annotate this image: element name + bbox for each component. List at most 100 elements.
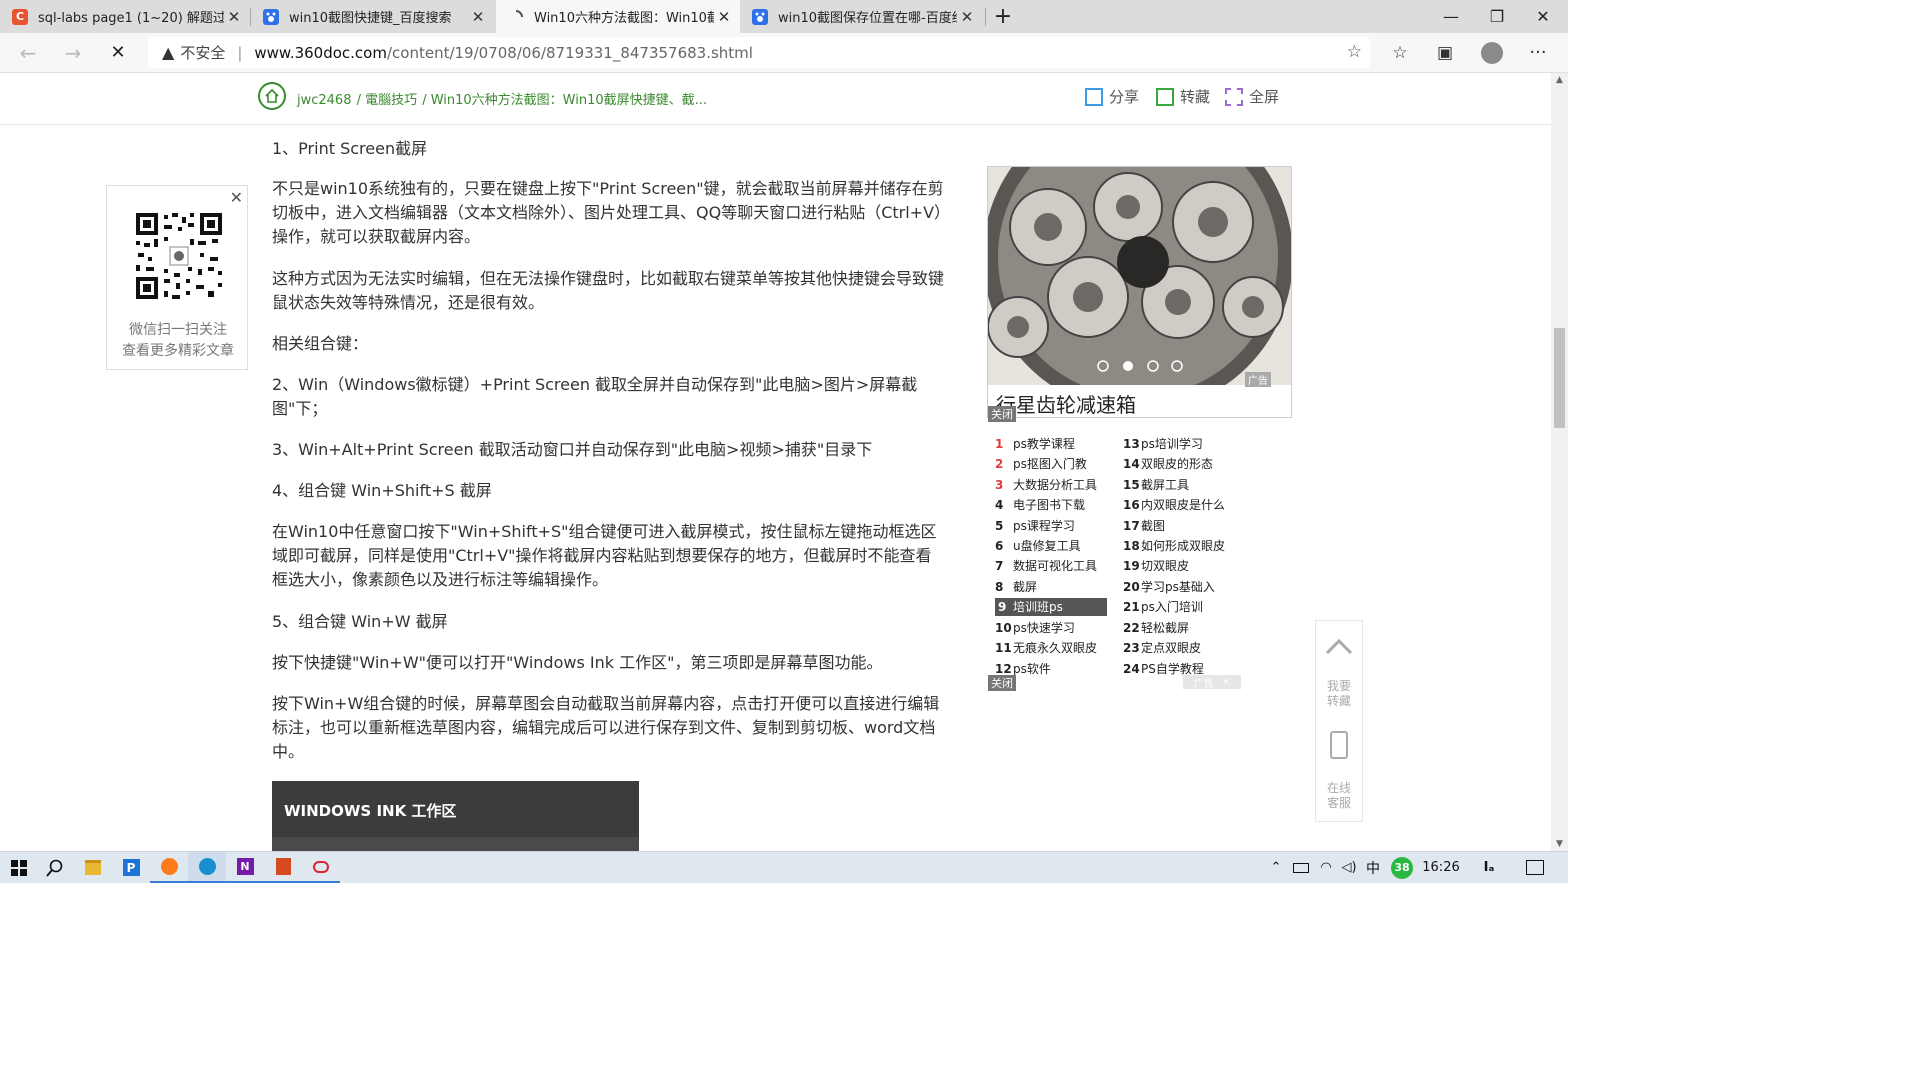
list-item[interactable]: 4 电子图书下载 [995, 496, 1107, 514]
close-window-button[interactable]: ✕ [1520, 0, 1566, 33]
firefox-icon[interactable] [150, 852, 188, 883]
back-to-top-button[interactable] [1316, 621, 1362, 671]
tab-360doc-active[interactable]: Win10六种方法截图：Win10截屏 ✕ [496, 0, 740, 33]
list-item[interactable]: 11 无痕永久双眼皮 [995, 639, 1107, 657]
scrollbar-thumb[interactable] [1554, 328, 1565, 428]
breadcrumb-category[interactable]: 電腦技巧 [365, 93, 417, 108]
online-service-button[interactable]: 在线 客服 [1316, 781, 1362, 821]
tray-badge[interactable]: 38 [1389, 852, 1415, 883]
back-button[interactable]: ← [8, 33, 48, 72]
add-favorite-icon[interactable]: ☆ [1347, 42, 1362, 62]
close-tab-icon[interactable]: ✕ [957, 8, 977, 26]
list-item[interactable]: 6 u盘修复工具 [995, 537, 1107, 555]
scroll-down-arrow[interactable]: ▼ [1551, 839, 1568, 849]
list-item[interactable]: 20 学习ps基础入 [1123, 578, 1243, 596]
article-paragraph: 这种方式因为无法实时编辑，但在无法操作键盘时，比如截取右键菜单等按其他快捷键会导… [272, 269, 945, 312]
list-close-button[interactable]: 关闭 [988, 675, 1016, 691]
vertical-scrollbar[interactable]: ▲ ▼ [1551, 73, 1568, 851]
scroll-up-arrow[interactable]: ▲ [1551, 75, 1568, 85]
office-app-icon[interactable] [264, 852, 302, 883]
collections-icon[interactable]: ▣ [1425, 33, 1465, 72]
forward-button[interactable]: → [53, 33, 93, 72]
volume-icon[interactable]: ◁) [1338, 852, 1360, 883]
battery-icon[interactable] [1290, 852, 1312, 883]
list-item[interactable]: 14 双眼皮的形态 [1123, 455, 1243, 473]
tab-sql-labs[interactable]: C sql-labs page1 (1~20) 解题过 ✕ [0, 0, 250, 33]
qr-caption-1: 微信扫一扫关注 [129, 322, 227, 338]
stop-loading-button[interactable]: ✕ [98, 33, 138, 72]
list-item[interactable]: 15 截屏工具 [1123, 476, 1243, 494]
list-item[interactable]: 23 定点双眼皮 [1123, 639, 1243, 657]
tab-title: win10截图快捷键_百度搜索 [289, 11, 452, 26]
notification-icon[interactable] [1520, 852, 1550, 883]
list-item[interactable]: 3 大数据分析工具 [995, 476, 1107, 494]
repost-button[interactable]: 我要 转藏 [1316, 679, 1362, 719]
edge-icon[interactable] [188, 852, 226, 883]
favorites-icon[interactable]: ☆ [1380, 33, 1420, 72]
article-paragraph: 1、Print Screen截屏 [272, 139, 428, 158]
list-item[interactable]: 2 ps抠图入门教 [995, 455, 1107, 473]
list-item[interactable]: 21 ps入门培训 [1123, 598, 1243, 616]
windows-taskbar: P N ⌃ ◠ ◁) 中 38 16:26 Ⅰₐ [0, 851, 1568, 883]
pen-workspace-icon[interactable]: Ⅰₐ [1476, 852, 1502, 883]
save-button[interactable]: 转藏 [1156, 86, 1210, 107]
gear-image [988, 167, 1291, 385]
list-item[interactable]: 1 ps教学课程 [995, 435, 1107, 453]
tab-baidu-search[interactable]: win10截图快捷键_百度搜索 ✕ [251, 0, 494, 33]
tab-baidu-jingyan[interactable]: win10截图保存位置在哪-百度经验 ✕ [740, 0, 983, 33]
mobile-icon[interactable] [1330, 731, 1348, 759]
close-icon[interactable]: ✕ [1222, 677, 1230, 688]
close-tab-icon[interactable]: ✕ [224, 8, 244, 26]
baidu-paw-icon [752, 8, 768, 25]
snipping-tool-icon[interactable] [302, 852, 340, 883]
p-app-icon[interactable]: P [112, 852, 150, 883]
article-paragraph: 5、组合键 Win+W 截屏 [272, 612, 448, 631]
new-tab-button[interactable]: + [983, 0, 1023, 33]
list-item[interactable]: 5 ps课程学习 [995, 517, 1107, 535]
share-icon [1085, 87, 1103, 106]
article-paragraph: 3、Win+Alt+Print Screen 截取活动窗口并自动保存到"此电脑>… [272, 440, 873, 459]
fullscreen-button[interactable]: 全屏 [1225, 86, 1279, 107]
list-item[interactable]: 10 ps快速学习 [995, 619, 1107, 637]
minimize-button[interactable]: — [1428, 0, 1474, 33]
list-item[interactable]: 19 切双眼皮 [1123, 557, 1243, 575]
maximize-button[interactable]: ❐ [1474, 0, 1520, 33]
profile-avatar[interactable] [1472, 33, 1512, 72]
article-paragraph: 4、组合键 Win+Shift+S 截屏 [272, 481, 492, 500]
more-menu-icon[interactable]: ··· [1518, 33, 1558, 72]
start-windows-icon[interactable] [0, 852, 38, 883]
tab-strip: C sql-labs page1 (1~20) 解题过 ✕ win10截图快捷键… [0, 0, 1568, 33]
address-bar[interactable]: ▲ 不安全 | www.360doc.com /content/19/0708/… [148, 37, 1370, 68]
search-icon[interactable] [36, 852, 74, 883]
close-tab-icon[interactable]: ✕ [714, 8, 734, 26]
list-item[interactable]: 7 数据可视化工具 [995, 557, 1107, 575]
browser-toolbar: ← → ✕ ▲ 不安全 | www.360doc.com /content/19… [0, 33, 1568, 73]
onenote-icon[interactable]: N [226, 852, 264, 883]
ad-banner[interactable]: 行星齿轮减速箱 广告 [987, 166, 1292, 418]
windows-ink-image: WINDOWS INK 工作区 [272, 781, 639, 851]
ad-close-button[interactable]: 关闭 [988, 406, 1016, 422]
save-icon [1156, 87, 1174, 106]
url-host: www.360doc.com [254, 43, 387, 62]
article-paragraph: 按下Win+W组合键的时候，屏幕草图会自动截取当前屏幕内容，点击打开便可以直接进… [272, 694, 940, 761]
article-paragraph: 相关组合键： [272, 334, 369, 353]
list-item[interactable]: 18 如何形成双眼皮 [1123, 537, 1243, 555]
breadcrumb-user[interactable]: jwc2468 [297, 93, 351, 108]
file-explorer-icon[interactable] [74, 852, 112, 883]
wifi-icon[interactable]: ◠ [1315, 852, 1337, 883]
list-item-selected[interactable]: 9 培训班ps [995, 598, 1107, 616]
close-tab-icon[interactable]: ✕ [468, 8, 488, 26]
share-button[interactable]: 分享 [1085, 86, 1139, 107]
qr-code [134, 211, 224, 301]
list-item[interactable]: 22 轻松截屏 [1123, 619, 1243, 637]
show-hidden-icons[interactable]: ⌃ [1265, 852, 1287, 883]
breadcrumb-title[interactable]: Win10六种方法截图：Win10截屏快捷键、截... [431, 93, 707, 108]
list-item[interactable]: 16 内双眼皮是什么 [1123, 496, 1243, 514]
list-item[interactable]: 13 ps培训学习 [1123, 435, 1243, 453]
clock[interactable]: 16:26 [1418, 852, 1464, 883]
close-icon[interactable]: ✕ [230, 188, 243, 207]
ime-indicator[interactable]: 中 [1362, 852, 1384, 883]
home-icon[interactable] [258, 82, 286, 110]
list-item[interactable]: 8 截屏 [995, 578, 1107, 596]
list-item[interactable]: 17 截图 [1123, 517, 1243, 535]
